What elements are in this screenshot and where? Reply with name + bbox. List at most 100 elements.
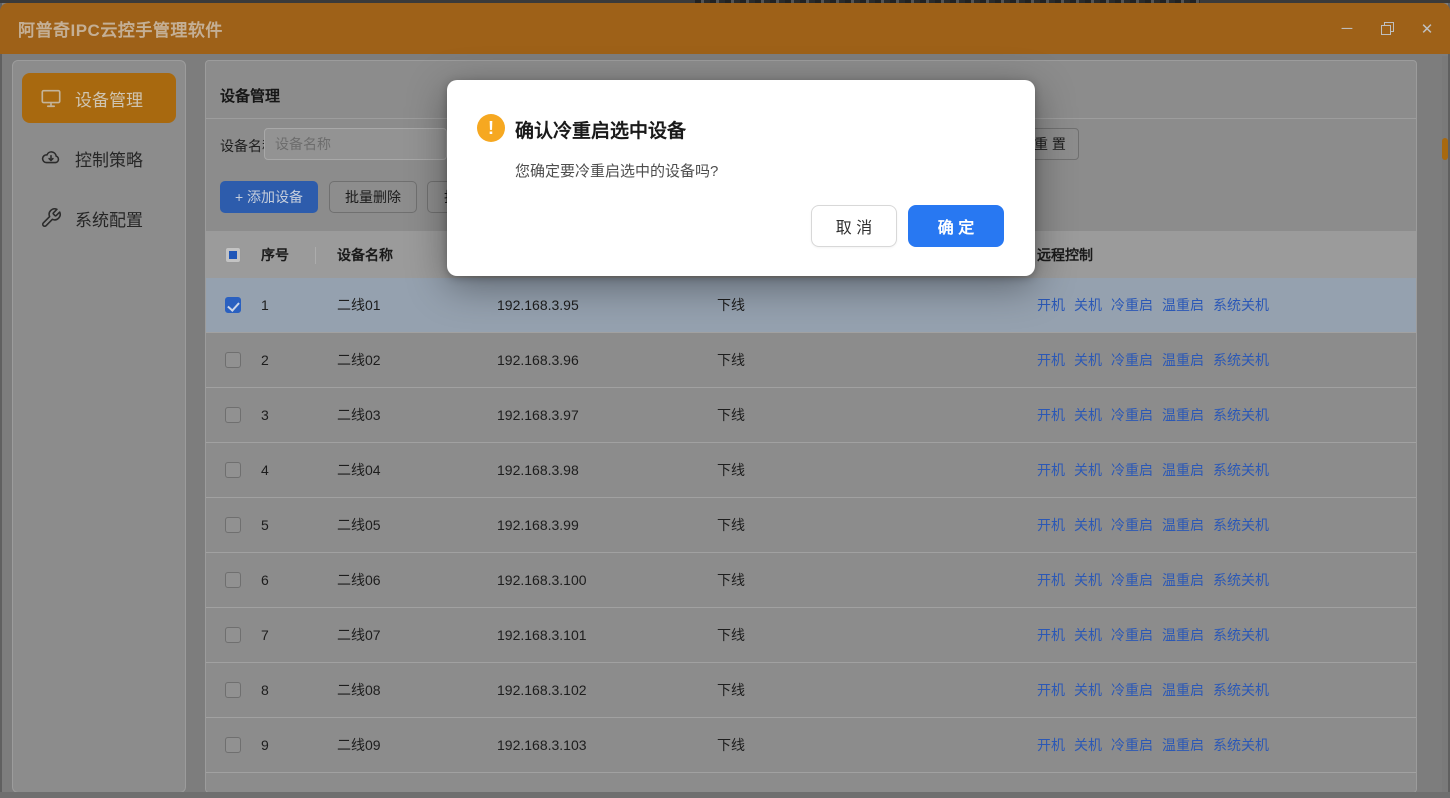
dialog-title: 确认冷重启选中设备	[515, 116, 686, 143]
table-row[interactable]: 1 二线01 192.168.3.95 下线 开机关机冷重启温重启系统关机	[206, 278, 1417, 333]
cell-name: 二线06	[337, 570, 497, 590]
table-row[interactable]: 10 二线10 192.168.3.104 下线 开机关机冷重启温重启系统关机	[206, 773, 1417, 792]
cell-seq: 2	[261, 352, 337, 368]
window-controls: ─ ✕	[1338, 3, 1436, 54]
cell-remote: 开机关机冷重启温重启系统关机	[1037, 625, 1417, 645]
table-row[interactable]: 3 二线03 192.168.3.97 下线 开机关机冷重启温重启系统关机	[206, 388, 1417, 443]
cloud-download-icon	[40, 147, 62, 169]
table-row[interactable]: 4 二线04 192.168.3.98 下线 开机关机冷重启温重启系统关机	[206, 443, 1417, 498]
row-checkbox[interactable]	[225, 682, 241, 698]
remote-action-link[interactable]: 系统关机	[1213, 405, 1269, 425]
table-row[interactable]: 5 二线05 192.168.3.99 下线 开机关机冷重启温重启系统关机	[206, 498, 1417, 553]
remote-action-link[interactable]: 温重启	[1162, 680, 1204, 700]
cell-seq: 9	[261, 737, 337, 753]
table-row[interactable]: 9 二线09 192.168.3.103 下线 开机关机冷重启温重启系统关机	[206, 718, 1417, 773]
remote-action-link[interactable]: 关机	[1074, 295, 1102, 315]
remote-action-link[interactable]: 系统关机	[1213, 295, 1269, 315]
remote-action-link[interactable]: 关机	[1074, 460, 1102, 480]
remote-action-link[interactable]: 温重启	[1162, 625, 1204, 645]
cell-remote: 开机关机冷重启温重启系统关机	[1037, 405, 1417, 425]
remote-action-link[interactable]: 系统关机	[1213, 570, 1269, 590]
app-title: 阿普奇IPC云控手管理软件	[18, 16, 223, 41]
table-body: 1 二线01 192.168.3.95 下线 开机关机冷重启温重启系统关机 2 …	[206, 278, 1417, 792]
table-row[interactable]: 2 二线02 192.168.3.96 下线 开机关机冷重启温重启系统关机	[206, 333, 1417, 388]
row-checkbox[interactable]	[225, 462, 241, 478]
cell-remote: 开机关机冷重启温重启系统关机	[1037, 680, 1417, 700]
remote-action-link[interactable]: 冷重启	[1111, 350, 1153, 370]
cell-name: 二线04	[337, 460, 497, 480]
minimize-button[interactable]: ─	[1338, 20, 1356, 38]
table-row[interactable]: 6 二线06 192.168.3.100 下线 开机关机冷重启温重启系统关机	[206, 553, 1417, 608]
warning-icon: !	[477, 114, 505, 142]
window-scrollbar-track[interactable]	[1442, 56, 1448, 794]
remote-action-link[interactable]: 温重启	[1162, 350, 1204, 370]
close-button[interactable]: ✕	[1418, 20, 1436, 38]
remote-action-link[interactable]: 开机	[1037, 625, 1065, 645]
remote-action-link[interactable]: 关机	[1074, 515, 1102, 535]
remote-action-link[interactable]: 温重启	[1162, 515, 1204, 535]
remote-action-link[interactable]: 开机	[1037, 405, 1065, 425]
remote-action-link[interactable]: 系统关机	[1213, 350, 1269, 370]
batch-delete-button[interactable]: 批量删除	[329, 181, 417, 213]
remote-action-link[interactable]: 系统关机	[1213, 735, 1269, 755]
add-device-button[interactable]: + 添加设备	[220, 181, 318, 213]
row-checkbox[interactable]	[225, 352, 241, 368]
remote-action-link[interactable]: 关机	[1074, 350, 1102, 370]
row-checkbox[interactable]	[225, 572, 241, 588]
remote-action-link[interactable]: 系统关机	[1213, 460, 1269, 480]
confirm-button[interactable]: 确 定	[908, 205, 1004, 247]
table-row[interactable]: 8 二线08 192.168.3.102 下线 开机关机冷重启温重启系统关机	[206, 663, 1417, 718]
remote-action-link[interactable]: 冷重启	[1111, 405, 1153, 425]
cell-seq: 4	[261, 462, 337, 478]
remote-action-link[interactable]: 温重启	[1162, 460, 1204, 480]
remote-action-link[interactable]: 开机	[1037, 570, 1065, 590]
remote-action-link[interactable]: 关机	[1074, 735, 1102, 755]
window-scrollbar-thumb[interactable]	[1442, 138, 1448, 160]
remote-action-link[interactable]: 开机	[1037, 460, 1065, 480]
remote-action-link[interactable]: 开机	[1037, 680, 1065, 700]
cancel-button[interactable]: 取 消	[811, 205, 897, 247]
remote-action-link[interactable]: 冷重启	[1111, 515, 1153, 535]
remote-action-link[interactable]: 冷重启	[1111, 460, 1153, 480]
cell-ip: 192.168.3.101	[497, 627, 717, 643]
select-all-checkbox[interactable]	[225, 247, 241, 263]
remote-action-link[interactable]: 冷重启	[1111, 680, 1153, 700]
row-checkbox[interactable]	[225, 517, 241, 533]
remote-action-link[interactable]: 开机	[1037, 515, 1065, 535]
cell-remote: 开机关机冷重启温重启系统关机	[1037, 295, 1417, 315]
remote-action-link[interactable]: 关机	[1074, 405, 1102, 425]
remote-action-link[interactable]: 开机	[1037, 295, 1065, 315]
remote-action-link[interactable]: 开机	[1037, 350, 1065, 370]
remote-action-link[interactable]: 关机	[1074, 625, 1102, 645]
sidebar-item-device-management[interactable]: 设备管理	[22, 73, 176, 123]
remote-action-link[interactable]: 开机	[1037, 735, 1065, 755]
table-row[interactable]: 7 二线07 192.168.3.101 下线 开机关机冷重启温重启系统关机	[206, 608, 1417, 663]
remote-action-link[interactable]: 系统关机	[1213, 515, 1269, 535]
remote-action-link[interactable]: 温重启	[1162, 405, 1204, 425]
remote-action-link[interactable]: 系统关机	[1213, 625, 1269, 645]
cell-status: 下线	[717, 680, 1037, 700]
row-checkbox[interactable]	[225, 407, 241, 423]
maximize-restore-button[interactable]	[1378, 20, 1396, 38]
sidebar-item-label: 控制策略	[75, 146, 143, 171]
row-checkbox[interactable]	[225, 737, 241, 753]
device-name-input[interactable]	[264, 128, 447, 160]
remote-action-link[interactable]: 温重启	[1162, 295, 1204, 315]
sidebar-item-control-policy[interactable]: 控制策略	[22, 133, 176, 183]
row-checkbox[interactable]	[225, 297, 241, 313]
cell-status: 下线	[717, 515, 1037, 535]
remote-action-link[interactable]: 系统关机	[1213, 680, 1269, 700]
remote-action-link[interactable]: 温重启	[1162, 570, 1204, 590]
cell-remote: 开机关机冷重启温重启系统关机	[1037, 460, 1417, 480]
remote-action-link[interactable]: 关机	[1074, 680, 1102, 700]
cell-ip: 192.168.3.98	[497, 462, 717, 478]
remote-action-link[interactable]: 冷重启	[1111, 735, 1153, 755]
row-checkbox[interactable]	[225, 627, 241, 643]
remote-action-link[interactable]: 冷重启	[1111, 295, 1153, 315]
remote-action-link[interactable]: 冷重启	[1111, 625, 1153, 645]
remote-action-link[interactable]: 温重启	[1162, 735, 1204, 755]
remote-action-link[interactable]: 关机	[1074, 570, 1102, 590]
remote-action-link[interactable]: 冷重启	[1111, 570, 1153, 590]
sidebar-item-label: 设备管理	[75, 86, 143, 111]
sidebar-item-system-config[interactable]: 系统配置	[22, 193, 176, 243]
